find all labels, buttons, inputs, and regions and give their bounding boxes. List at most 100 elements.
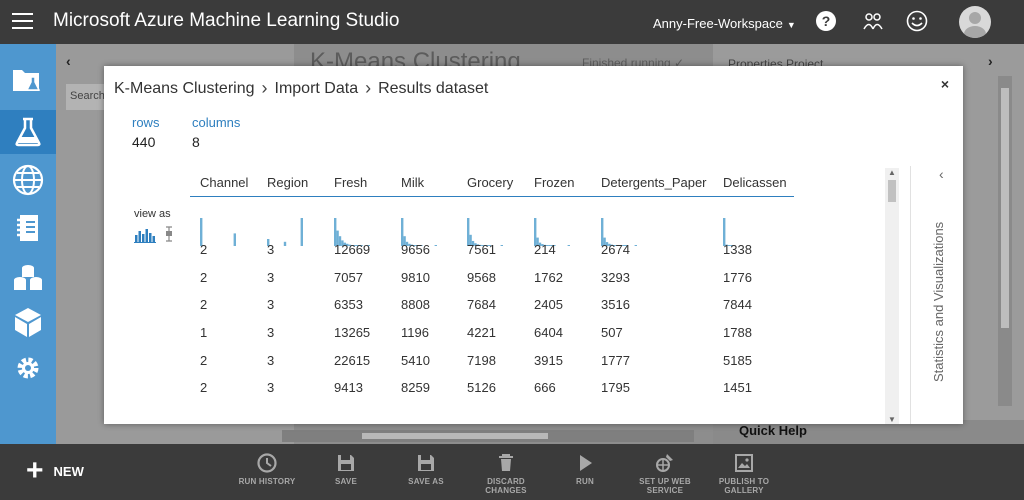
table-cell: 1795 xyxy=(601,380,630,395)
top-bar: Microsoft Azure Machine Learning Studio … xyxy=(0,0,1024,44)
histogram-bar xyxy=(567,245,570,246)
run-history-label: RUN HISTORY xyxy=(238,477,296,486)
breadcrumb: K-Means Clustering › Import Data › Resul… xyxy=(114,78,488,99)
breadcrumb-item[interactable]: K-Means Clustering xyxy=(114,80,255,98)
nav-trained-models[interactable] xyxy=(0,300,56,344)
column-histogram[interactable] xyxy=(200,216,260,246)
nav-experiments[interactable] xyxy=(0,110,56,154)
set-up-web-service-label: SET UP WEB SERVICE xyxy=(639,477,691,495)
table-cell: 2 xyxy=(200,270,208,285)
save-as-button[interactable]: SAVE AS xyxy=(391,452,461,498)
nav-settings[interactable] xyxy=(0,346,56,390)
save-button[interactable]: SAVE xyxy=(311,452,381,498)
collapse-properties-icon[interactable]: › xyxy=(988,53,993,69)
breadcrumb-item[interactable]: Import Data xyxy=(275,80,359,98)
table-cell: 1451 xyxy=(723,380,752,395)
close-button[interactable]: × xyxy=(941,76,949,92)
collapse-palette-icon[interactable]: ‹ xyxy=(66,53,71,69)
chevron-down-icon: ▼ xyxy=(786,20,796,30)
gear-icon xyxy=(17,357,39,379)
rows-label: rows xyxy=(132,115,160,130)
bottom-toolbar: + NEW RUN HISTORY SAVE SAVE AS DISCARD CHAN… xyxy=(0,444,1024,500)
statistics-panel: ‹ Statistics and Visualizations xyxy=(910,166,963,424)
publish-to-gallery-button[interactable]: PUBLISH TO GALLERY xyxy=(709,452,779,498)
table-cell: 3 xyxy=(267,380,275,395)
save-icon xyxy=(338,455,354,471)
projects-icon xyxy=(13,70,41,91)
community-icon[interactable] xyxy=(862,10,884,32)
boxplot-view-icon[interactable] xyxy=(166,226,172,242)
table-cell: 9656 xyxy=(401,242,430,257)
run-history-button[interactable]: RUN HISTORY xyxy=(232,452,302,498)
column-header-milk[interactable]: Milk xyxy=(401,175,424,190)
column-histogram[interactable] xyxy=(267,216,327,246)
column-header-region[interactable]: Region xyxy=(267,175,308,190)
table-cell: 8808 xyxy=(401,297,430,312)
discard-changes-button[interactable]: DISCARD CHANGES xyxy=(471,452,541,498)
statistics-panel-title[interactable]: Statistics and Visualizations xyxy=(931,222,946,382)
workspace-selector[interactable]: Anny-Free-Workspace ▼ xyxy=(653,16,796,31)
expand-statistics-icon[interactable]: ‹ xyxy=(939,166,944,182)
run-button[interactable]: RUN xyxy=(550,452,620,498)
header-divider xyxy=(190,196,794,197)
chevron-right-icon: › xyxy=(261,78,268,98)
table-cell: 2 xyxy=(200,297,208,312)
clock-icon xyxy=(257,453,277,473)
table-cell: 22615 xyxy=(334,353,371,368)
feedback-smiley-icon[interactable] xyxy=(906,10,928,32)
play-icon xyxy=(580,455,592,471)
notebook-icon xyxy=(17,215,38,241)
menu-icon[interactable] xyxy=(12,13,33,29)
save-as-label: SAVE AS xyxy=(408,477,444,486)
table-cell: 1196 xyxy=(401,325,429,340)
columns-count: 8 xyxy=(192,134,200,150)
publish-to-gallery-label: PUBLISH TO GALLERY xyxy=(718,477,770,495)
table-cell: 7844 xyxy=(723,297,752,312)
table-cell: 2405 xyxy=(534,297,563,312)
nav-web-services[interactable] xyxy=(0,158,56,202)
help-icon[interactable]: ? xyxy=(815,10,837,32)
histogram-bar xyxy=(283,241,287,246)
nav-notebooks[interactable] xyxy=(0,206,56,250)
table-cell: 5185 xyxy=(723,353,752,368)
column-header-fresh[interactable]: Fresh xyxy=(334,175,367,190)
column-header-grocery[interactable]: Grocery xyxy=(467,175,513,190)
table-cell: 1788 xyxy=(723,325,752,340)
rows-count: 440 xyxy=(132,134,156,150)
svg-text:?: ? xyxy=(822,13,831,29)
histogram-bar xyxy=(434,245,437,246)
plus-icon: + xyxy=(26,454,44,487)
table-vertical-scrollbar[interactable]: ▲ ▼ xyxy=(885,168,899,424)
scrollbar-thumb[interactable] xyxy=(888,180,896,202)
scroll-down-icon[interactable]: ▼ xyxy=(888,415,896,424)
table-cell: 9413 xyxy=(334,380,363,395)
new-button[interactable]: + NEW xyxy=(26,454,84,487)
set-up-web-service-button[interactable]: SET UP WEB SERVICE xyxy=(630,452,700,498)
table-cell: 1762 xyxy=(534,270,563,285)
table-cell: 7684 xyxy=(467,297,496,312)
table-cell: 1776 xyxy=(723,270,752,285)
table-cell: 1777 xyxy=(601,353,630,368)
scroll-up-icon[interactable]: ▲ xyxy=(888,168,896,177)
nav-datasets[interactable] xyxy=(0,256,56,300)
avatar[interactable] xyxy=(959,6,991,38)
table-cell: 6353 xyxy=(334,297,363,312)
save-label: SAVE xyxy=(335,477,357,486)
web-service-icon xyxy=(656,454,673,472)
table-cell: 1 xyxy=(200,325,208,340)
canvas-horizontal-scrollbar[interactable] xyxy=(282,430,694,442)
app-title: Microsoft Azure Machine Learning Studio xyxy=(53,10,400,31)
table-cell: 4221 xyxy=(467,325,496,340)
column-header-channel[interactable]: Channel xyxy=(200,175,248,190)
chevron-right-icon: › xyxy=(365,78,372,98)
histogram-bar xyxy=(233,233,236,246)
globe-icon xyxy=(12,164,44,196)
properties-scrollbar[interactable] xyxy=(998,76,1012,406)
column-header-detergents-paper[interactable]: Detergents_Paper xyxy=(601,175,707,190)
table-cell: 3 xyxy=(267,353,275,368)
nav-projects[interactable] xyxy=(0,58,56,102)
histogram-view-icon[interactable] xyxy=(134,229,156,243)
column-header-frozen[interactable]: Frozen xyxy=(534,175,574,190)
table-cell: 3516 xyxy=(601,297,630,312)
column-header-delicassen[interactable]: Delicassen xyxy=(723,175,787,190)
